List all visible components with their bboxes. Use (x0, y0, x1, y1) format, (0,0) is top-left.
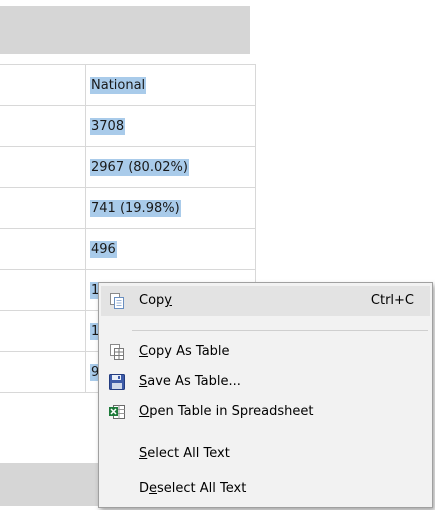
menu-item-select-all-text[interactable]: Select All Text (101, 439, 430, 469)
table-row: 496 (0, 228, 256, 270)
context-menu: Copy Ctrl+C Copy As Table Save As Table.… (98, 282, 433, 508)
menu-item-open-table-in-spreadsheet[interactable]: Open Table in Spreadsheet (101, 397, 430, 427)
label-cell (0, 64, 86, 106)
label-cell (0, 269, 86, 311)
menu-item-label: Deselect All Text (139, 481, 247, 496)
table-header-bar (0, 6, 250, 54)
label-cell (0, 310, 86, 352)
menu-item-save-as-table[interactable]: Save As Table... (101, 367, 430, 397)
copy-icon (110, 293, 124, 309)
menu-item-deselect-all-text[interactable]: Deselect All Text (101, 474, 430, 504)
menu-item-shortcut: Ctrl+C (370, 293, 414, 308)
menu-item-label: Select All Text (139, 446, 230, 461)
label-cell (0, 187, 86, 229)
spreadsheet-icon (109, 405, 125, 419)
value-cell[interactable]: 496 (85, 228, 256, 270)
menu-item-label: Copy As Table (139, 344, 230, 359)
report-view: National 3708 2967 (80.02%) 741 (19.98%)… (0, 0, 435, 510)
menu-item-label: Save As Table... (139, 374, 241, 389)
menu-separator (132, 330, 428, 331)
table-row: 3708 (0, 105, 256, 147)
value-cell[interactable]: 3708 (85, 105, 256, 147)
label-cell (0, 105, 86, 147)
cell-text: National (90, 76, 147, 94)
table-row: 2967 (80.02%) (0, 146, 256, 188)
cell-text: 2967 (80.02%) (90, 158, 189, 176)
cell-text: 3708 (90, 117, 126, 135)
table-row: National (0, 64, 256, 106)
table-row: 741 (19.98%) (0, 187, 256, 229)
copy-table-icon (110, 344, 124, 360)
value-cell[interactable]: National (85, 64, 256, 106)
menu-item-copy[interactable]: Copy Ctrl+C (101, 286, 430, 316)
value-cell[interactable]: 741 (19.98%) (85, 187, 256, 229)
cell-text: 496 (90, 240, 117, 258)
cell-text: 741 (19.98%) (90, 199, 181, 217)
label-cell (0, 351, 86, 393)
menu-item-copy-as-table[interactable]: Copy As Table (101, 337, 430, 367)
label-cell (0, 146, 86, 188)
menu-item-label: Open Table in Spreadsheet (139, 404, 314, 419)
value-cell[interactable]: 2967 (80.02%) (85, 146, 256, 188)
menu-item-label: Copy (139, 293, 172, 308)
save-icon (109, 374, 125, 390)
label-cell (0, 228, 86, 270)
